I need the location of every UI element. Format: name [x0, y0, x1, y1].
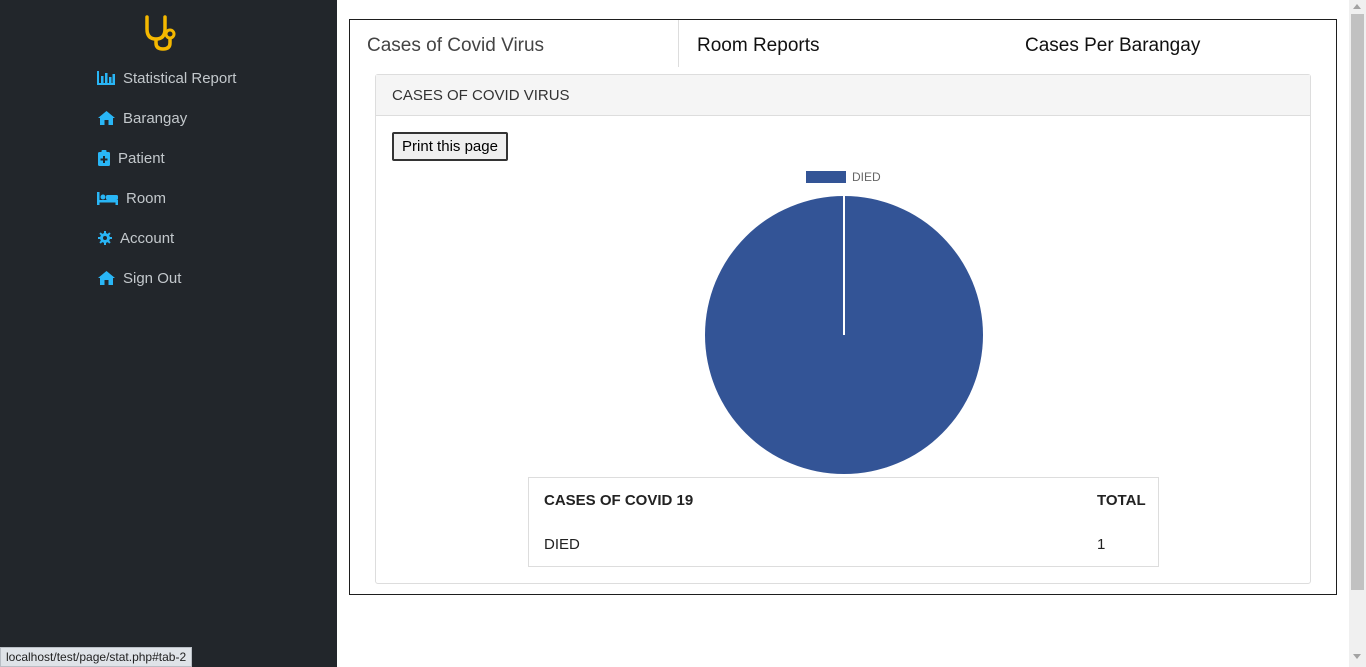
- bed-icon: [97, 190, 118, 206]
- bar-chart-icon: [97, 70, 115, 86]
- tab-cases-per-barangay[interactable]: Cases Per Barangay: [1025, 20, 1325, 67]
- home-icon: [97, 270, 115, 286]
- sidebar: Statistical Report Barangay Patient Room…: [0, 0, 337, 667]
- sidebar-item-label: Barangay: [123, 109, 188, 127]
- panel-heading: CASES OF COVID VIRUS: [376, 75, 1310, 116]
- sidebar-item-label: Room: [126, 189, 167, 207]
- sidebar-item-sign-out[interactable]: Sign Out: [97, 268, 181, 288]
- medkit-icon: [97, 150, 110, 166]
- table-header-cases: CASES OF COVID 19: [544, 492, 694, 509]
- scroll-up-arrow[interactable]: [1353, 4, 1361, 9]
- cases-table: CASES OF COVID 19 TOTAL DIED 1: [528, 477, 1159, 567]
- legend-swatch: [806, 171, 846, 183]
- table-row: DIED 1: [529, 523, 1158, 566]
- table-cell-case: DIED: [544, 536, 580, 553]
- status-bar-url: localhost/test/page/stat.php#tab-2: [0, 647, 193, 667]
- table-header-row: CASES OF COVID 19 TOTAL: [529, 478, 1158, 523]
- vertical-scrollbar[interactable]: [1349, 0, 1366, 667]
- table-cell-total: 1: [1097, 536, 1106, 553]
- gear-icon: [97, 230, 112, 246]
- sidebar-item-label: Patient: [118, 149, 165, 167]
- sidebar-item-account[interactable]: Account: [97, 228, 174, 248]
- report-panel: CASES OF COVID VIRUS Print this page DIE…: [375, 74, 1311, 584]
- pie-chart[interactable]: [704, 195, 984, 477]
- stethoscope-icon[interactable]: [143, 13, 179, 51]
- sidebar-item-label: Sign Out: [123, 269, 182, 287]
- legend-label: DIED: [852, 170, 881, 184]
- chart-legend[interactable]: DIED: [806, 170, 881, 184]
- scroll-thumb[interactable]: [1351, 14, 1364, 590]
- home-icon: [97, 110, 115, 126]
- sidebar-item-label: Statistical Report: [123, 69, 237, 87]
- scroll-down-arrow[interactable]: [1353, 654, 1361, 659]
- sidebar-item-room[interactable]: Room: [97, 188, 166, 208]
- sidebar-item-label: Account: [120, 229, 175, 247]
- print-button[interactable]: Print this page: [392, 132, 508, 161]
- sidebar-item-barangay[interactable]: Barangay: [97, 108, 187, 128]
- sidebar-item-patient[interactable]: Patient: [97, 148, 165, 168]
- tab-cases-of-covid-virus[interactable]: Cases of Covid Virus: [350, 20, 679, 67]
- report-container: Cases of Covid Virus Room Reports Cases …: [349, 19, 1337, 595]
- sidebar-item-statistical-report[interactable]: Statistical Report: [97, 68, 236, 88]
- table-header-total: TOTAL: [1097, 492, 1146, 509]
- tab-bar: Cases of Covid Virus Room Reports Cases …: [350, 20, 1336, 67]
- tab-room-reports[interactable]: Room Reports: [697, 20, 997, 67]
